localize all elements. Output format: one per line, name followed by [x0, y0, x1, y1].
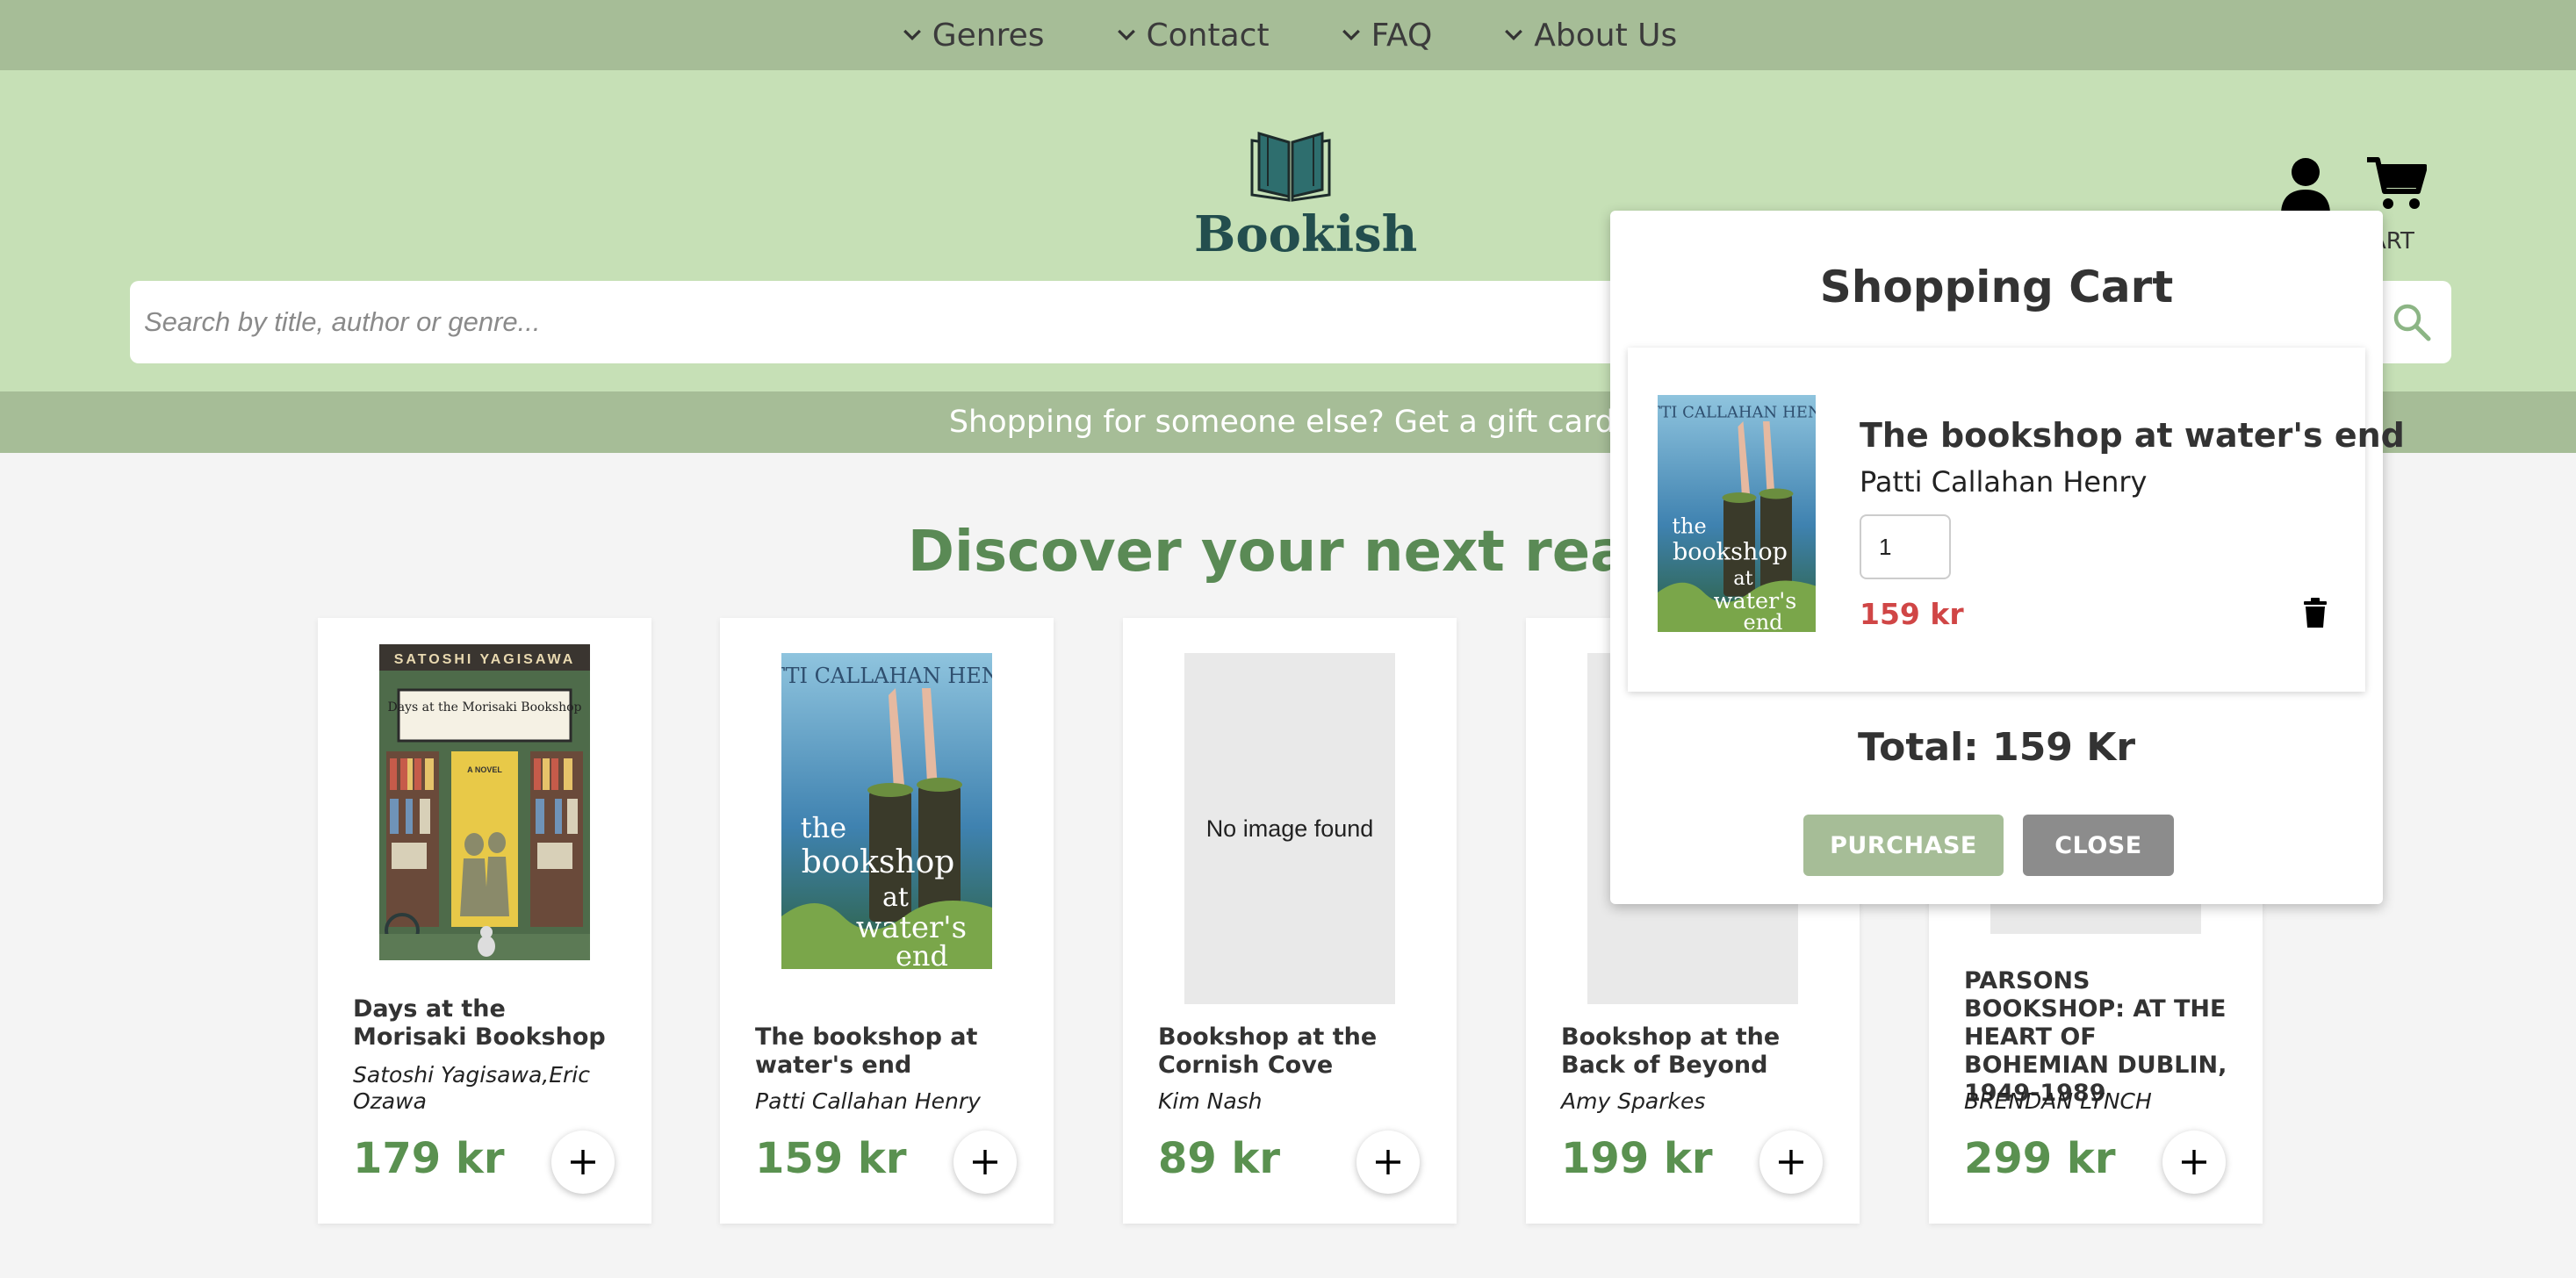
cover-sign-text: Days at the Morisaki Bookshop: [387, 700, 581, 714]
cart-icon[interactable]: [2365, 154, 2427, 211]
svg-text:end: end: [1743, 610, 1782, 632]
book-price: 199 kr: [1561, 1134, 1713, 1183]
top-nav: Genres Contact FAQ About Us: [0, 0, 2576, 70]
cart-total: Total: 159 Kr: [1857, 725, 2136, 770]
book-cover[interactable]: PATTI CALLAHAN HENRY the bookshop at wat…: [781, 653, 992, 969]
cart-item-title: The bookshop at water's end: [1860, 416, 2405, 455]
book-cover-image: PATTI CALLAHAN HENRY the bookshop at wat…: [1658, 395, 1816, 632]
add-to-cart-button[interactable]: [2162, 1131, 2226, 1194]
svg-text:bookshop: bookshop: [1673, 539, 1788, 566]
book-card: PATTI CALLAHAN HENRY the bookshop at wat…: [720, 618, 1054, 1224]
gift-card-link[interactable]: Shopping for someone else? Get a gift ca…: [949, 405, 1627, 440]
cart-item: PATTI CALLAHAN HENRY the bookshop at wat…: [1628, 348, 2405, 692]
book-title[interactable]: The bookshop at water's end: [755, 1023, 1027, 1080]
search-icon[interactable]: [2390, 300, 2434, 344]
cart-item-cover: PATTI CALLAHAN HENRY the bookshop at wat…: [1658, 395, 1816, 632]
book-price: 159 kr: [755, 1134, 907, 1183]
chevron-down-icon: [1505, 29, 1523, 41]
book-author: Amy Sparkes: [1561, 1088, 1706, 1114]
cart-item-author: Patti Callahan Henry: [1860, 465, 2148, 499]
trash-icon[interactable]: [2302, 597, 2328, 628]
book-cover-image: SATOSHI YAGISAWA Days at the Morisaki Bo…: [379, 644, 590, 960]
add-to-cart-button[interactable]: [953, 1131, 1017, 1194]
book-title[interactable]: Bookshop at the Cornish Cove: [1158, 1023, 1430, 1080]
chevron-down-icon: [1117, 29, 1135, 41]
chevron-down-icon: [903, 29, 921, 41]
nav-label: Contact: [1146, 17, 1270, 54]
nav-faq[interactable]: FAQ: [1338, 17, 1433, 54]
logo-text: Bookish: [1194, 205, 1418, 263]
cover-author-text: SATOSHI YAGISAWA: [394, 652, 576, 667]
cover-author-text: PATTI CALLAHAN HENRY: [781, 664, 992, 688]
add-to-cart-button[interactable]: [1356, 1131, 1420, 1194]
book-title[interactable]: Days at the Morisaki Bookshop: [353, 995, 625, 1052]
svg-text:end: end: [896, 939, 948, 969]
book-title[interactable]: Bookshop at the Back of Beyond: [1561, 1023, 1833, 1080]
plus-icon: [973, 1150, 997, 1174]
quantity-input[interactable]: [1860, 514, 1951, 579]
cover-tag-text: A NOVEL: [467, 765, 502, 774]
plus-icon: [1376, 1150, 1400, 1174]
add-to-cart-button[interactable]: [1759, 1131, 1823, 1194]
chevron-down-icon: [1342, 29, 1360, 41]
logo[interactable]: Bookish: [1194, 128, 1418, 263]
account-icon[interactable]: [2279, 156, 2332, 216]
book-price: 179 kr: [353, 1134, 505, 1183]
svg-text:the: the: [1672, 514, 1706, 539]
nav-label: Genres: [932, 17, 1045, 54]
no-image-text: No image found: [1205, 815, 1374, 842]
purchase-button[interactable]: PURCHASE: [1803, 815, 2004, 876]
cart-title: Shopping Cart: [1819, 262, 2174, 312]
svg-text:at: at: [882, 882, 909, 913]
close-button[interactable]: CLOSE: [2023, 815, 2174, 876]
cover-author-text: PATTI CALLAHAN HENRY: [1658, 404, 1816, 422]
cart-item-price: 159 kr: [1860, 597, 1964, 631]
book-author: BRENDAN LYNCH: [1964, 1088, 2152, 1114]
nav-label: FAQ: [1371, 17, 1433, 54]
book-cover-image: PATTI CALLAHAN HENRY the bookshop at wat…: [781, 653, 992, 969]
nav-genres[interactable]: Genres: [899, 18, 1045, 54]
nav-about-us[interactable]: About Us: [1500, 18, 1677, 54]
nav-contact[interactable]: Contact: [1113, 18, 1270, 54]
book-price: 89 kr: [1158, 1134, 1281, 1183]
plus-icon: [571, 1150, 595, 1174]
svg-text:at: at: [1733, 567, 1752, 590]
open-book-icon: [1250, 131, 1331, 202]
shopping-cart-modal: Shopping Cart PATTI CALLAHAN HENRY: [1610, 211, 2405, 904]
no-image-placeholder[interactable]: No image found: [1184, 653, 1395, 1004]
nav-label: About Us: [1534, 17, 1678, 54]
plus-icon: [1779, 1150, 1803, 1174]
book-price: 299 kr: [1964, 1134, 2116, 1183]
book-author: Satoshi Yagisawa,Eric Ozawa: [353, 1062, 590, 1114]
book-author: Patti Callahan Henry: [755, 1088, 981, 1114]
book-card: SATOSHI YAGISAWA Days at the Morisaki Bo…: [318, 618, 651, 1224]
book-card: No image found Bookshop at the Cornish C…: [1123, 618, 1457, 1224]
svg-text:the: the: [801, 811, 846, 844]
book-author: Kim Nash: [1158, 1088, 1263, 1114]
book-cover[interactable]: SATOSHI YAGISAWA Days at the Morisaki Bo…: [379, 644, 590, 960]
plus-icon: [2182, 1150, 2206, 1174]
add-to-cart-button[interactable]: [551, 1131, 615, 1194]
book-title[interactable]: PARSONS BOOKSHOP: AT THE HEART OF BOHEMI…: [1964, 967, 2236, 1108]
svg-text:bookshop: bookshop: [802, 844, 955, 880]
